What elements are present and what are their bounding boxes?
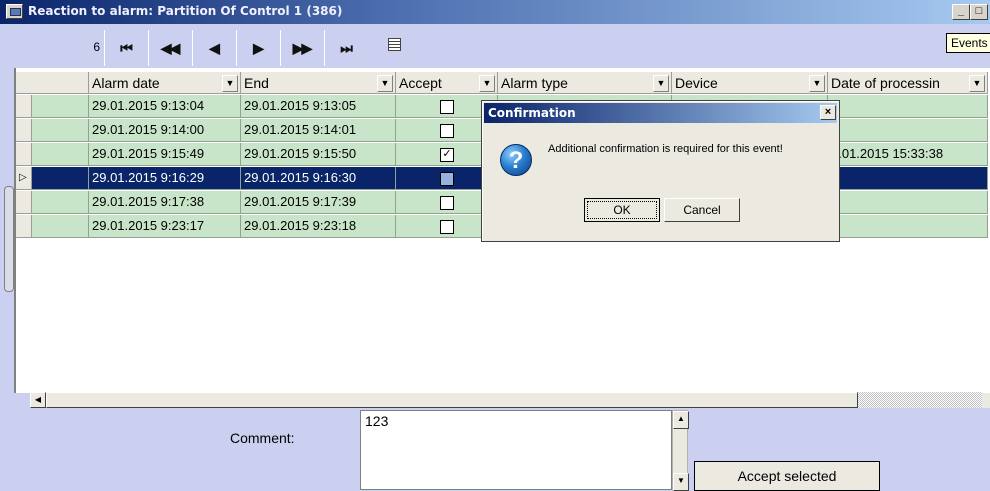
end-cell[interactable]: 29.01.2015 9:15:50 xyxy=(241,143,396,166)
row-indicator[interactable] xyxy=(16,191,32,214)
prior-page-button[interactable]: ◀◀ xyxy=(148,30,190,66)
end-cell[interactable]: 29.01.2015 9:16:30 xyxy=(241,167,396,190)
dialog-message: Additional confirmation is required for … xyxy=(548,143,783,155)
cancel-button[interactable]: Cancel xyxy=(664,198,740,222)
first-record-button[interactable]: ⏮ xyxy=(104,30,146,66)
accept-checkbox[interactable] xyxy=(440,172,454,186)
minimize-button[interactable]: _ xyxy=(952,4,970,20)
column-header-label: Alarm date xyxy=(92,75,160,91)
dialog-close-button[interactable]: × xyxy=(820,105,836,120)
row-indicator[interactable] xyxy=(16,215,32,238)
alarm-date-cell[interactable]: 29.01.2015 9:17:38 xyxy=(89,191,241,214)
column-header-label: Device xyxy=(675,75,718,91)
end-cell[interactable]: 29.01.2015 9:13:05 xyxy=(241,95,396,118)
processing-date-cell[interactable] xyxy=(828,119,988,142)
end-cell[interactable]: 29.01.2015 9:14:01 xyxy=(241,119,396,142)
accept-checkbox[interactable] xyxy=(440,196,454,210)
dialog-title: Confirmation xyxy=(488,106,576,120)
accept-checkbox[interactable] xyxy=(440,100,454,114)
last-record-button[interactable]: ⏭ xyxy=(324,30,366,66)
accept-checkbox[interactable] xyxy=(440,124,454,138)
row-indicator[interactable]: ▷ xyxy=(16,167,32,190)
accept-selected-button[interactable]: Accept selected xyxy=(694,461,880,491)
column-header-label: End xyxy=(244,75,269,91)
grid-view-icon[interactable] xyxy=(388,38,401,51)
question-icon: ? xyxy=(500,144,532,176)
row-indicator[interactable] xyxy=(16,119,32,142)
column-header-label: Date of processin xyxy=(831,75,940,91)
scroll-down-button[interactable]: ▼ xyxy=(673,473,689,491)
splitter-handle[interactable] xyxy=(4,186,14,292)
column-header-label: Alarm type xyxy=(501,75,568,91)
scroll-track[interactable] xyxy=(858,392,982,408)
next-record-button[interactable]: ▶ xyxy=(236,30,278,66)
column-header[interactable]: Alarm type ▼ xyxy=(498,72,672,94)
processing-date-cell[interactable]: 9.01.2015 15:33:38 xyxy=(828,143,988,166)
record-count: 6 xyxy=(93,40,100,54)
column-header[interactable]: Alarm date ▼ xyxy=(89,72,241,94)
accept-checkbox[interactable] xyxy=(440,220,454,234)
comment-scrollbar[interactable]: ▲ ▼ xyxy=(672,410,689,491)
row-gutter[interactable] xyxy=(32,119,89,142)
comment-label: Comment: xyxy=(230,430,295,446)
scroll-up-button[interactable]: ▲ xyxy=(673,411,689,429)
row-indicator[interactable] xyxy=(16,143,32,166)
column-filter-dropdown-icon[interactable]: ▼ xyxy=(809,75,825,92)
row-gutter[interactable] xyxy=(32,167,89,190)
scroll-left-button[interactable]: ◀ xyxy=(30,392,46,408)
processing-date-cell[interactable] xyxy=(828,215,988,238)
alarm-date-cell[interactable]: 29.01.2015 9:23:17 xyxy=(89,215,241,238)
column-filter-dropdown-icon[interactable]: ▼ xyxy=(653,75,669,92)
alarm-date-cell[interactable]: 29.01.2015 9:14:00 xyxy=(89,119,241,142)
column-header[interactable]: End ▼ xyxy=(241,72,396,94)
ok-button[interactable]: OK xyxy=(584,198,660,222)
column-filter-dropdown-icon[interactable]: ▼ xyxy=(222,75,238,92)
alarm-date-cell[interactable]: 29.01.2015 9:13:04 xyxy=(89,95,241,118)
prior-record-button[interactable]: ◀ xyxy=(192,30,234,66)
processing-date-cell[interactable] xyxy=(828,191,988,214)
row-gutter[interactable] xyxy=(32,191,89,214)
row-gutter[interactable] xyxy=(32,215,89,238)
row-gutter[interactable] xyxy=(32,95,89,118)
accept-checkbox[interactable]: ✓ xyxy=(440,148,454,162)
processing-date-cell[interactable] xyxy=(828,167,988,190)
app-icon xyxy=(6,4,23,19)
maximize-button[interactable]: □ xyxy=(970,4,988,20)
row-gutter[interactable] xyxy=(32,143,89,166)
scroll-thumb[interactable] xyxy=(46,392,858,408)
column-header[interactable]: Date of processin ▼ xyxy=(828,72,988,94)
end-cell[interactable]: 29.01.2015 9:17:39 xyxy=(241,191,396,214)
row-indicator[interactable] xyxy=(16,95,32,118)
alarm-date-cell[interactable]: 29.01.2015 9:16:29 xyxy=(89,167,241,190)
column-filter-dropdown-icon[interactable]: ▼ xyxy=(969,75,985,92)
column-filter-dropdown-icon[interactable]: ▼ xyxy=(479,75,495,92)
processing-date-cell[interactable] xyxy=(828,95,988,118)
grid-header-corner xyxy=(16,72,89,94)
events-tooltip: Events xyxy=(946,33,990,53)
column-filter-dropdown-icon[interactable]: ▼ xyxy=(377,75,393,92)
window-title: Reaction to alarm: Partition Of Control … xyxy=(28,4,343,18)
column-header-label: Accept xyxy=(399,75,442,91)
column-header[interactable]: Accept ▼ xyxy=(396,72,498,94)
next-page-button[interactable]: ▶▶ xyxy=(280,30,322,66)
comment-input[interactable]: 123 xyxy=(360,410,672,490)
end-cell[interactable]: 29.01.2015 9:23:18 xyxy=(241,215,396,238)
alarm-date-cell[interactable]: 29.01.2015 9:15:49 xyxy=(89,143,241,166)
column-header[interactable]: Device ▼ xyxy=(672,72,828,94)
